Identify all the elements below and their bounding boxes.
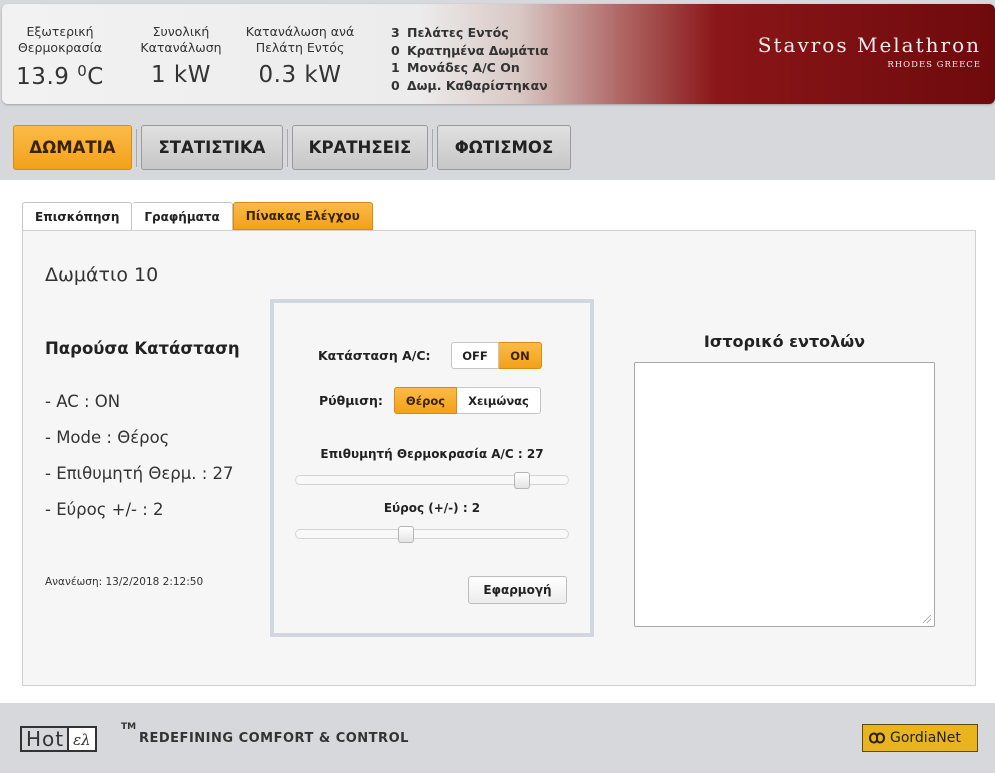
- main-nav: ΔΩΜΑΤΙΑ ΣΤΑΤΙΣΤΙΚΑ ΚΡΑΤΗΣΕΙΣ ΦΩΤΙΣΜΟΣ: [0, 107, 995, 180]
- range-slider[interactable]: [295, 529, 569, 539]
- range-label: Εύρος (+/-) : 2: [383, 501, 481, 515]
- nav-rooms[interactable]: ΔΩΜΑΤΙΑ: [13, 125, 132, 170]
- winter-mode-button[interactable]: Χειμώνας: [457, 387, 541, 414]
- apply-button[interactable]: Εφαρμογή: [468, 576, 567, 604]
- mode-toggle: Θέρος Χειμώνας: [394, 387, 541, 414]
- status-mode: - Mode : Θέρος: [45, 428, 170, 447]
- gordianet-knot-icon: [868, 732, 886, 744]
- footer-tagline: REDEFINING COMFORT & CONTROL: [139, 731, 409, 746]
- per-guest-consumption: Κατανάλωση ανά Πελάτη Εντός 0.3 kW: [238, 24, 362, 88]
- ac-state-label: Κατάσταση A/C:: [318, 348, 431, 363]
- hotel-brand-logo: Stavros Melathron RHODES GREECE: [758, 33, 981, 70]
- range-slider-handle[interactable]: [398, 526, 415, 543]
- outside-temperature-label: Εξωτερική Θερμοκρασία: [17, 24, 103, 55]
- nav-separator: [136, 129, 137, 167]
- nav-separator: [432, 129, 433, 167]
- mode-setting-label: Ρύθμιση:: [319, 393, 383, 408]
- counter-booked-rooms: 0 Κρατημένα Δωμάτια: [391, 42, 549, 58]
- footer: Hot ελ TM REDEFINING COMFORT & CONTROL G…: [0, 703, 995, 773]
- ac-state-toggle: OFF ON: [451, 342, 542, 369]
- status-ac: - AC : ON: [45, 392, 121, 411]
- per-guest-consumption-label: Κατανάλωση ανά Πελάτη Εντός: [245, 24, 355, 55]
- ac-off-button[interactable]: OFF: [451, 342, 499, 369]
- hotel-logo: Hot ελ: [20, 726, 97, 752]
- outside-temperature: Εξωτερική Θερμοκρασία 13.9 0C: [8, 24, 112, 90]
- counter-guests-in: 3 Πελάτες Εντός: [391, 25, 509, 40]
- gordianet-logo[interactable]: GordiaNet: [862, 724, 978, 752]
- nav-statistics[interactable]: ΣΤΑΤΙΣΤΙΚΑ: [141, 125, 283, 170]
- current-status-title: Παρούσα Κατάσταση: [45, 339, 240, 358]
- top-header: Εξωτερική Θερμοκρασία 13.9 0C Συνολική Κ…: [0, 0, 995, 107]
- summer-mode-button[interactable]: Θέρος: [394, 387, 457, 414]
- last-updated: Ανανέωση: 13/2/2018 2:12:50: [45, 576, 204, 588]
- hotel-brand-name: Stavros Melathron: [757, 33, 981, 57]
- nav-separator: [287, 129, 288, 167]
- room-subtabs: Επισκόπηση Γραφήματα Πίνακας Ελέγχου: [22, 202, 373, 230]
- room-title: Δωμάτιο 10: [45, 264, 159, 286]
- nav-lighting[interactable]: ΦΩΤΙΣΜΟΣ: [437, 125, 571, 170]
- logo-hot-text: Hot: [20, 726, 68, 752]
- ac-on-button[interactable]: ON: [499, 342, 542, 369]
- hotel-counters: 3 Πελάτες Εντός 0 Κρατημένα Δωμάτια 1 Μονάδ…: [391, 24, 548, 94]
- target-temp-label: Επιθυμητή Θερμοκρασία A/C : 27: [320, 447, 544, 461]
- per-guest-consumption-value: 0.3 kW: [258, 62, 342, 88]
- gordianet-text: GordiaNet: [890, 730, 961, 746]
- command-history-title: Ιστορικό εντολών: [703, 332, 866, 351]
- status-range: - Εύρος +/- : 2: [45, 500, 164, 519]
- command-history-textarea[interactable]: [634, 362, 935, 627]
- logo-trademark: TM: [121, 722, 137, 732]
- total-consumption: Συνολική Κατανάλωση 1 kW: [130, 24, 232, 88]
- resize-grip-icon[interactable]: [923, 615, 931, 623]
- logo-el-text: ελ: [67, 726, 97, 752]
- tab-control-panel[interactable]: Πίνακας Ελέγχου: [232, 202, 373, 230]
- total-consumption-label: Συνολική Κατανάλωση: [140, 24, 222, 55]
- tab-overview[interactable]: Επισκόπηση: [22, 202, 133, 230]
- nav-bookings[interactable]: ΚΡΑΤΗΣΕΙΣ: [292, 125, 428, 170]
- outside-temperature-value: 13.9 0C: [16, 62, 104, 90]
- hotel-brand-location: RHODES GREECE: [887, 60, 981, 70]
- counter-cleaned-rooms: 0 Δωμ. Καθαρίστηκαν: [391, 77, 548, 93]
- target-temp-slider-handle[interactable]: [514, 472, 531, 489]
- total-consumption-value: 1 kW: [150, 62, 211, 88]
- counter-ac-on: 1 Μονάδες A/C On: [391, 60, 520, 75]
- status-target-temp: - Επιθυμητή Θερμ. : 27: [45, 464, 234, 483]
- tab-graphs[interactable]: Γραφήματα: [132, 202, 233, 230]
